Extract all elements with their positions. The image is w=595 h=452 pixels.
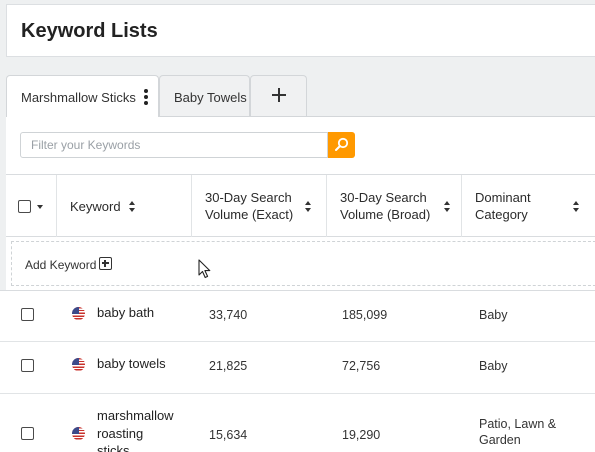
- broad-volume-column-header[interactable]: 30-Day Search Volume (Broad): [327, 175, 462, 237]
- row-checkbox[interactable]: [21, 308, 34, 321]
- select-all-column: [6, 175, 57, 237]
- keyword-column-header[interactable]: Keyword: [57, 175, 192, 237]
- sort-icon[interactable]: [305, 201, 312, 213]
- category-header-label: Dominant Category: [475, 189, 531, 223]
- us-flag-icon: [72, 358, 85, 371]
- exact-volume-column-header[interactable]: 30-Day Search Volume (Exact): [192, 175, 327, 237]
- row-checkbox[interactable]: [21, 427, 34, 440]
- tab-baby-towels[interactable]: Baby Towels: [159, 75, 250, 116]
- category-text: Baby: [479, 359, 508, 373]
- table-row[interactable]: marshmallow roasting sticks 15,634 19,29…: [0, 394, 595, 452]
- tab-label: Baby Towels: [174, 90, 247, 105]
- us-flag-icon: [72, 427, 85, 440]
- category-text: Garden: [479, 433, 521, 447]
- filter-keywords-input[interactable]: [20, 132, 328, 158]
- select-all-checkbox[interactable]: [18, 200, 31, 213]
- exact-volume-cell: 33,740: [209, 308, 248, 322]
- keyword-cell: baby towels: [97, 355, 166, 373]
- plus-icon: [272, 88, 286, 102]
- keyword-text: baby towels: [97, 356, 166, 371]
- chevron-down-icon[interactable]: [37, 205, 43, 209]
- add-tab-button[interactable]: [250, 75, 307, 116]
- broad-volume-header-label: 30-Day Search Volume (Broad): [340, 189, 430, 223]
- broad-volume-cell: 19,290: [342, 428, 381, 442]
- keyword-text: baby bath: [97, 305, 155, 320]
- category-cell: Patio, Lawn & Garden: [479, 416, 556, 448]
- dominant-category-column-header[interactable]: Dominant Category: [462, 175, 595, 237]
- row-checkbox[interactable]: [21, 359, 34, 372]
- exact-volume-header-label: 30-Day Search Volume (Exact): [205, 189, 293, 223]
- broad-volume-cell: 72,756: [342, 359, 381, 373]
- page-title: Keyword Lists: [21, 20, 158, 42]
- keyword-text: sticks: [97, 443, 130, 452]
- search-button[interactable]: [328, 132, 355, 158]
- exact-volume-cell: 21,825: [209, 359, 248, 373]
- mouse-cursor-icon: [198, 259, 211, 279]
- table-row[interactable]: baby bath 33,740 185,099 Baby: [0, 291, 595, 342]
- add-keyword-label: Add Keyword: [25, 258, 97, 272]
- table-row[interactable]: baby towels 21,825 72,756 Baby: [0, 342, 595, 394]
- search-icon: [335, 137, 349, 151]
- category-text: Patio, Lawn &: [479, 417, 557, 431]
- sort-icon[interactable]: [129, 201, 136, 213]
- add-icon[interactable]: [99, 257, 112, 270]
- keyword-text: roasting: [97, 425, 144, 441]
- sort-icon[interactable]: [573, 201, 580, 213]
- tab-label: Marshmallow Sticks: [21, 90, 136, 105]
- us-flag-icon: [72, 307, 85, 320]
- header-line: Category: [475, 207, 528, 222]
- exact-volume-cell: 15,634: [209, 428, 248, 442]
- add-keyword-row[interactable]: Add Keyword: [11, 241, 595, 286]
- header-line: 30-Day Search: [340, 190, 427, 205]
- broad-volume-cell: 185,099: [342, 308, 388, 322]
- category-text: Baby: [479, 308, 508, 322]
- keyword-cell: baby bath: [97, 304, 154, 322]
- keyword-header-label: Keyword: [70, 199, 121, 214]
- header-line: Dominant: [475, 190, 531, 205]
- table-body: baby bath 33,740 185,099 Baby baby towel…: [0, 290, 595, 452]
- sort-icon[interactable]: [444, 201, 451, 213]
- header-line: Volume (Exact): [205, 207, 294, 222]
- page-header: Keyword Lists: [6, 4, 595, 57]
- header-line: 30-Day Search: [205, 190, 292, 205]
- keyword-cell: marshmallow roasting sticks: [97, 407, 174, 452]
- more-options-icon[interactable]: [143, 89, 149, 105]
- category-cell: Baby: [479, 307, 508, 323]
- keyword-text: marshmallow: [97, 408, 174, 423]
- header-line: Volume (Broad): [340, 207, 431, 222]
- table-header: Keyword 30-Day Search Volume (Exact) 30-…: [6, 174, 595, 237]
- category-cell: Baby: [479, 358, 508, 374]
- tab-marshmallow-sticks[interactable]: Marshmallow Sticks: [6, 75, 159, 117]
